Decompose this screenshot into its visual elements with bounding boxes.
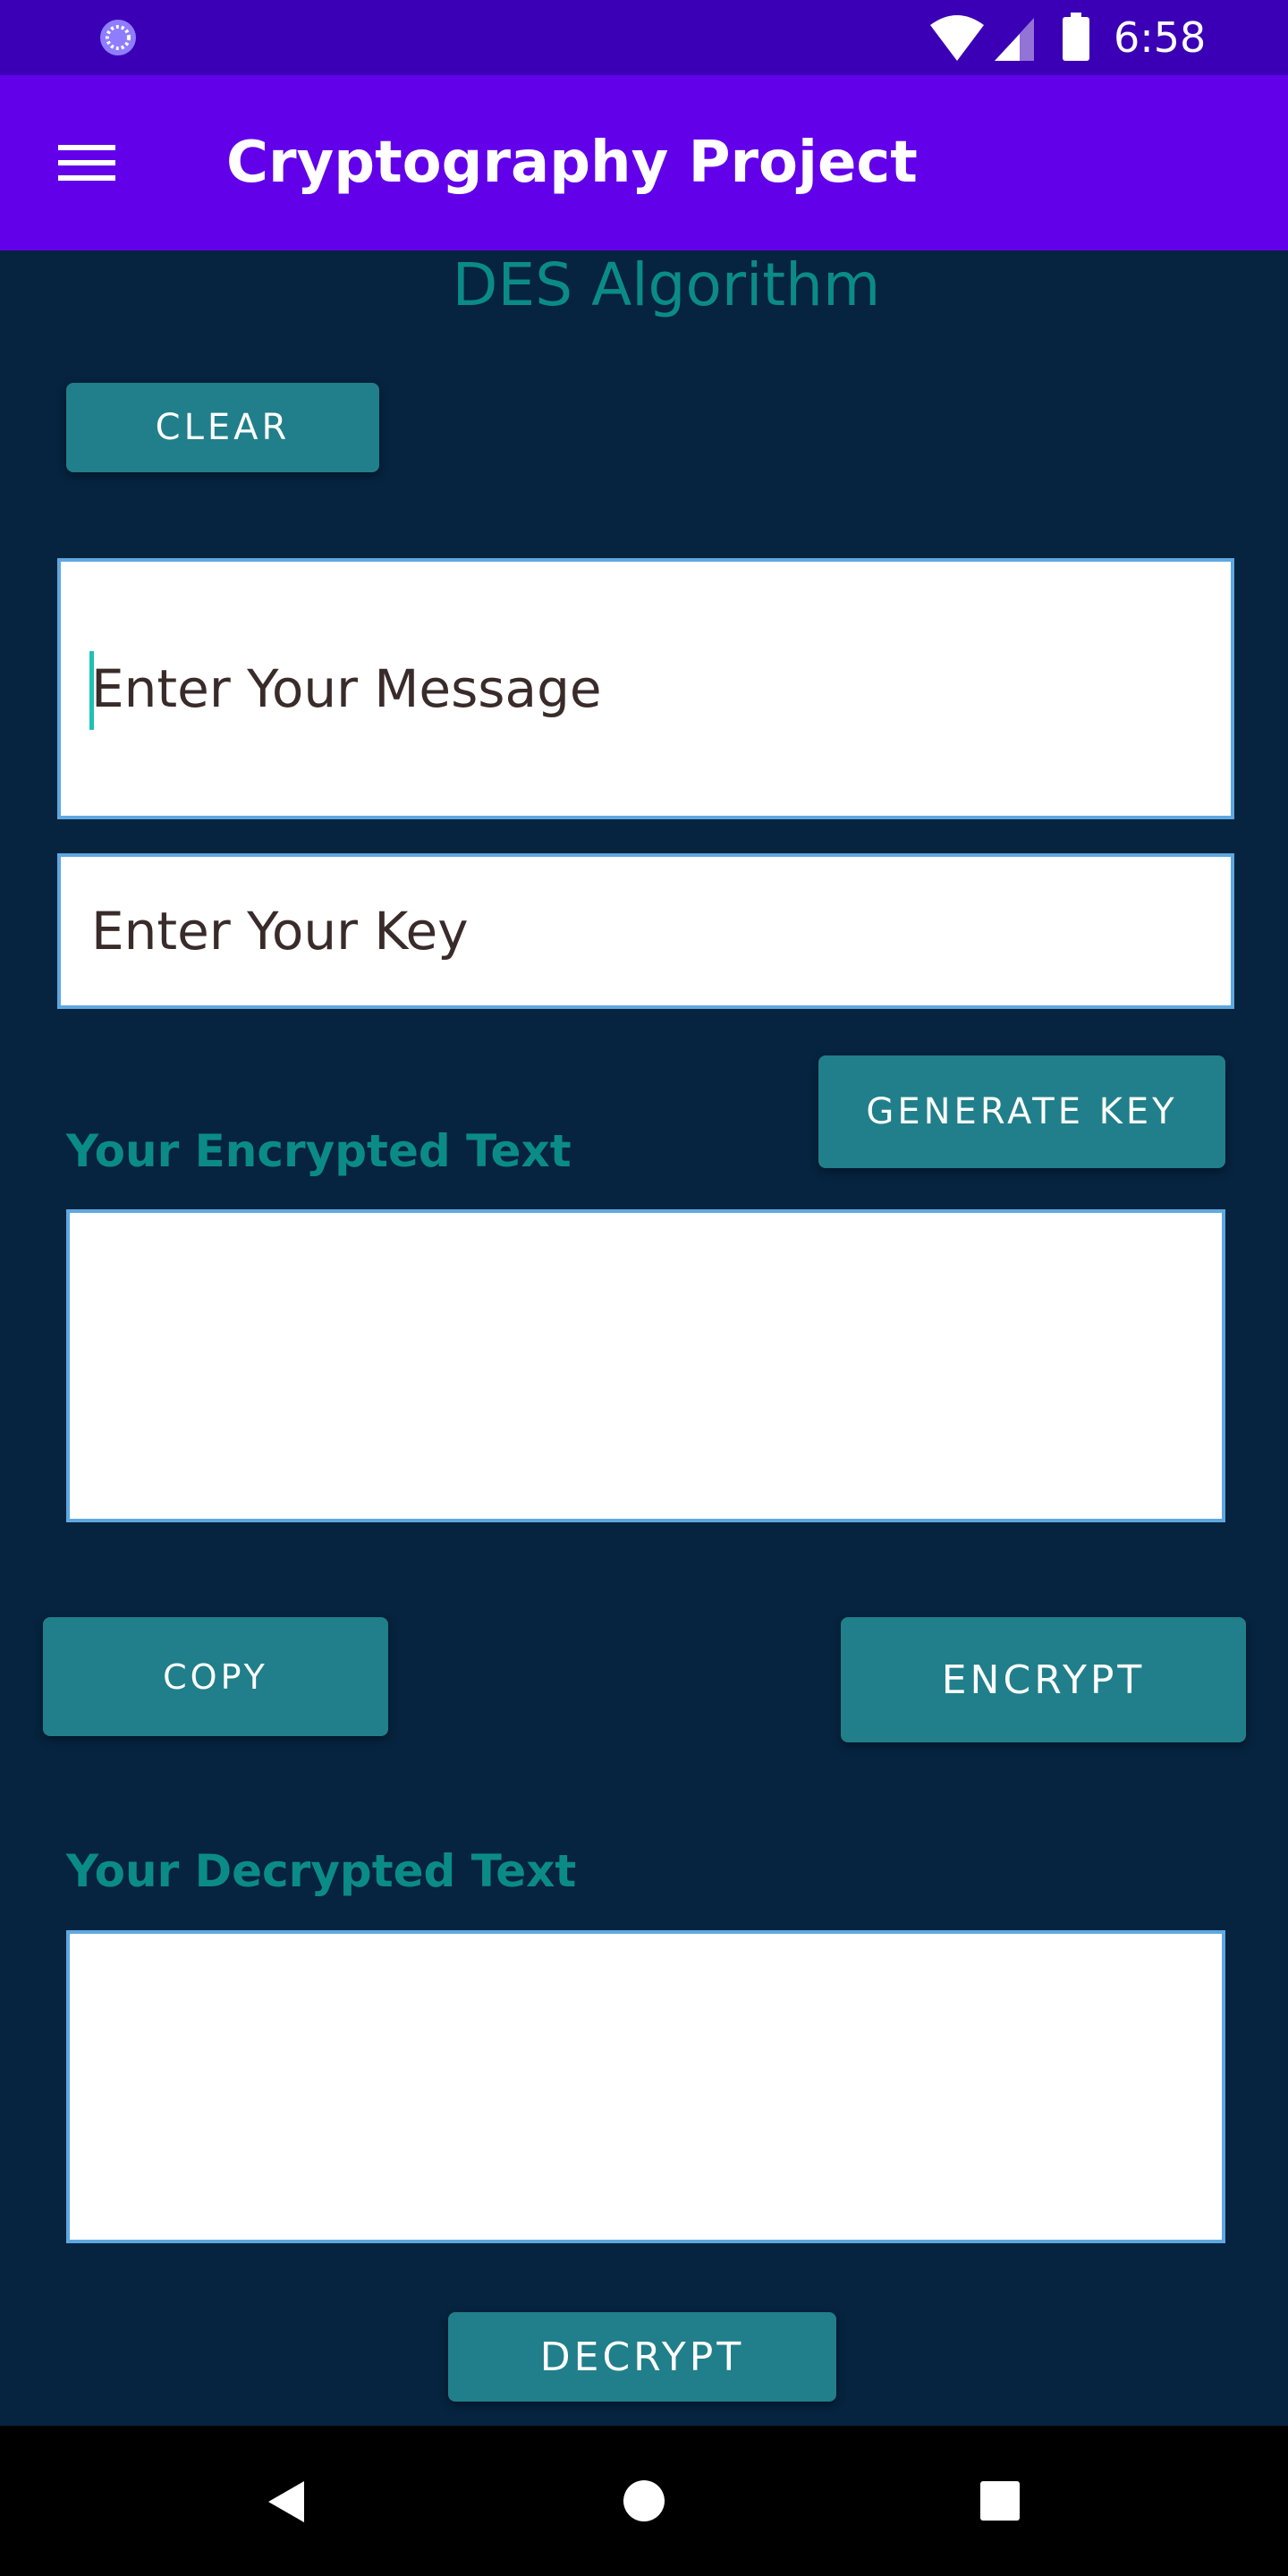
app-notification-icon [100, 20, 136, 55]
status-bar: 6:58 [0, 0, 1288, 75]
clear-button[interactable]: CLEAR [66, 383, 379, 472]
battery-icon [1063, 13, 1089, 61]
menu-icon[interactable] [47, 131, 127, 195]
decrypted-text-label: Your Decrypted Text [66, 1845, 577, 1897]
navigation-bar [0, 2426, 1288, 2576]
wifi-icon [930, 15, 984, 61]
key-input[interactable]: Enter Your Key [57, 853, 1234, 1009]
encrypted-text-label: Your Encrypted Text [66, 1125, 572, 1177]
app-title: Cryptography Project [226, 130, 918, 196]
encrypt-button[interactable]: ENCRYPT [841, 1617, 1246, 1742]
app-bar: Cryptography Project [0, 75, 1288, 250]
section-title: DES Algorithm [452, 250, 881, 319]
message-placeholder: Enter Your Message [91, 658, 602, 719]
cell-signal-icon [995, 18, 1034, 61]
screen: 6:58 Cryptography Project DES Algorithm … [0, 0, 1288, 2576]
message-input[interactable]: Enter Your Message [57, 558, 1234, 819]
decrypted-text-field[interactable] [66, 1930, 1225, 2243]
decrypt-button[interactable]: DECRYPT [448, 2312, 836, 2402]
key-placeholder: Enter Your Key [91, 901, 469, 962]
encrypted-text-field[interactable] [66, 1209, 1225, 1522]
status-time: 6:58 [1114, 13, 1207, 62]
back-icon[interactable] [267, 2479, 306, 2524]
recent-apps-icon[interactable] [980, 2481, 1020, 2521]
home-icon[interactable] [623, 2479, 665, 2522]
copy-button[interactable]: COPY [43, 1617, 388, 1736]
generate-key-button[interactable]: GENERATE KEY [818, 1055, 1225, 1168]
